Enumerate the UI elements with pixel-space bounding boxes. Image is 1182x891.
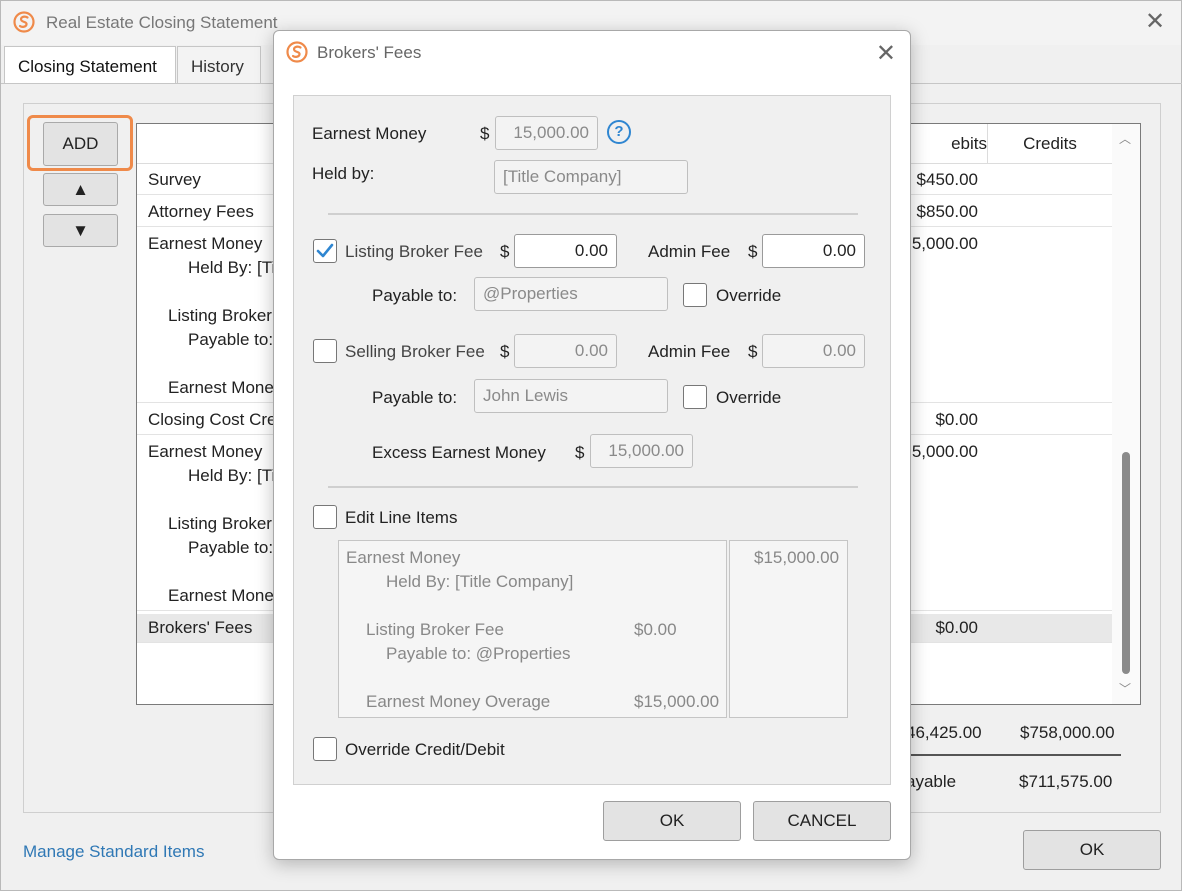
tab-history[interactable]: History (177, 46, 261, 84)
debits-column-header[interactable]: ebits (912, 134, 987, 154)
main-ok-button[interactable]: OK (1023, 830, 1161, 870)
total-debits: 46,425.00 (906, 723, 982, 742)
currency-symbol: $ (500, 242, 510, 261)
line-item-text: Listing Broker Fee (366, 620, 504, 639)
list-item-label[interactable]: Closing Cost Cre (148, 410, 277, 430)
held-by-label: Held by: (312, 164, 375, 183)
selling-override-checkbox[interactable] (683, 385, 707, 409)
list-item-label[interactable]: Attorney Fees (148, 202, 254, 222)
selling-broker-fee-label: Selling Broker Fee (345, 342, 485, 361)
move-down-button[interactable]: ▼ (43, 214, 118, 247)
line-items-total: $15,000.00 (754, 548, 840, 567)
selling-admin-fee-input: 0.00 (762, 334, 865, 368)
override-credit-debit-checkbox[interactable] (313, 737, 337, 761)
list-item-label[interactable]: Earnest Money (148, 234, 262, 254)
listing-broker-fee-input[interactable]: 0.00 (514, 234, 617, 268)
line-items-total-box: $15,000.00 (729, 540, 848, 718)
currency-symbol: $ (480, 124, 490, 143)
list-item-sublabel: Payable to: (188, 538, 274, 557)
tab-closing-statement[interactable]: Closing Statement (4, 46, 176, 84)
list-item-sublabel: Held By: [Ti (188, 466, 276, 485)
total-credits: $758,000.00 (1020, 723, 1115, 742)
line-item-text: Held By: [Title Company] (386, 572, 574, 591)
section-divider (328, 486, 858, 488)
list-scrollbar[interactable]: ︿ ﹀ (1112, 124, 1140, 704)
selling-payable-to-label: Payable to: (372, 388, 458, 407)
line-item-text: Payable to: @Properties (386, 644, 571, 663)
line-item-text: Earnest Money (346, 548, 461, 567)
section-divider (328, 213, 858, 215)
payable-label: ayable (906, 772, 957, 791)
list-item-label[interactable]: Earnest Money (148, 442, 262, 462)
credits-column-header[interactable]: Credits (987, 124, 1112, 164)
override-credit-debit-label: Override Credit/Debit (345, 740, 505, 759)
help-icon[interactable]: ? (607, 120, 631, 144)
listing-broker-checkbox[interactable] (313, 239, 337, 263)
scroll-down-arrow[interactable]: ﹀ (1119, 680, 1131, 697)
scroll-up-arrow[interactable]: ︿ (1119, 130, 1131, 147)
currency-symbol: $ (575, 443, 585, 462)
excess-earnest-money-label: Excess Earnest Money (372, 443, 546, 462)
totals-divider (906, 754, 1121, 756)
admin-fee-label: Admin Fee (648, 242, 731, 261)
manage-standard-items-link[interactable]: Manage Standard Items (23, 842, 204, 862)
listing-override-checkbox[interactable] (683, 283, 707, 307)
selling-override-label: Override (716, 388, 782, 407)
listing-broker-fee-label: Listing Broker Fee (345, 242, 483, 261)
line-item-amount: $15,000.00 (634, 692, 720, 711)
scroll-thumb[interactable] (1122, 452, 1130, 674)
close-icon[interactable]: ✕ (876, 39, 896, 68)
list-item-sublabel: Earnest Mone (168, 378, 274, 397)
earnest-money-label: Earnest Money (312, 124, 427, 143)
list-item-sublabel: Held By: [Ti (188, 258, 276, 277)
list-item-sublabel: Listing Broker (168, 514, 272, 533)
listing-override-label: Override (716, 286, 782, 305)
move-up-button[interactable]: ▲ (43, 173, 118, 206)
dialog-cancel-button[interactable]: CANCEL (753, 801, 891, 841)
selling-broker-fee-input: 0.00 (514, 334, 617, 368)
edit-line-items-checkbox[interactable] (313, 505, 337, 529)
dialog-ok-button[interactable]: OK (603, 801, 741, 841)
line-item-amount: $0.00 (634, 620, 677, 639)
currency-symbol: $ (500, 342, 510, 361)
line-items-preview: Earnest Money Held By: [Title Company] L… (338, 540, 727, 718)
listing-admin-fee-input[interactable]: 0.00 (762, 234, 865, 268)
dialog-title: Brokers' Fees (317, 43, 422, 62)
app-logo-icon (13, 11, 35, 33)
brokers-fees-dialog: Brokers' Fees ✕ Earnest Money $ 15,000.0… (273, 30, 911, 860)
payable-value: $711,575.00 (1019, 772, 1113, 791)
excess-earnest-money-field: 15,000.00 (590, 434, 693, 468)
selling-broker-checkbox[interactable] (313, 339, 337, 363)
checkmark-icon (316, 243, 334, 258)
listing-payable-to-field: @Properties (474, 277, 668, 311)
admin-fee-label: Admin Fee (648, 342, 731, 361)
selling-payable-to-field: John Lewis (474, 379, 668, 413)
dialog-panel: Earnest Money $ 15,000.00 ? Held by: [Ti… (293, 95, 891, 785)
currency-symbol: $ (748, 242, 758, 261)
edit-line-items-label: Edit Line Items (345, 508, 458, 527)
line-item-text: Earnest Money Overage (366, 692, 551, 711)
listing-payable-to-label: Payable to: (372, 286, 458, 305)
list-item-sublabel: Earnest Mone (168, 586, 274, 605)
close-icon[interactable]: ✕ (1143, 9, 1167, 35)
held-by-field: [Title Company] (494, 160, 688, 194)
earnest-money-field: 15,000.00 (495, 116, 598, 150)
list-item-sublabel: Payable to: (188, 330, 274, 349)
list-item-label[interactable]: Survey (148, 170, 201, 190)
add-button[interactable]: ADD (43, 122, 118, 166)
window-title: Real Estate Closing Statement (46, 13, 278, 32)
list-item-sublabel: Listing Broker (168, 306, 272, 325)
app-logo-icon (286, 41, 308, 63)
currency-symbol: $ (748, 342, 758, 361)
list-item-label[interactable]: Brokers' Fees (148, 618, 252, 638)
